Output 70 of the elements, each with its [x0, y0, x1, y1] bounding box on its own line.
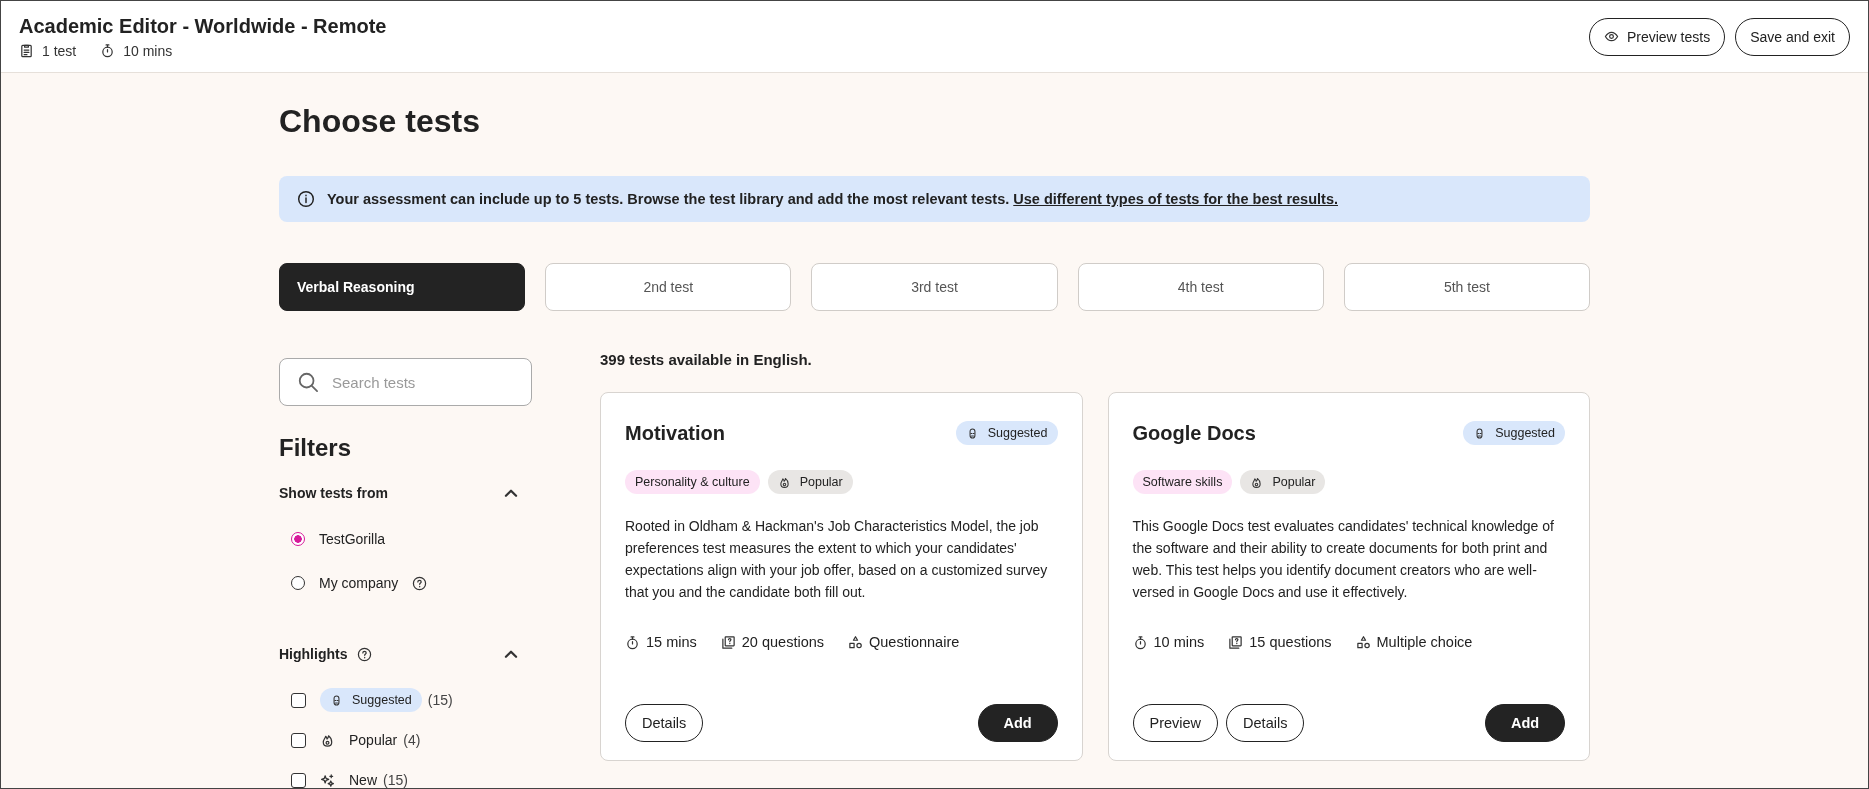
- option-count: (4): [403, 732, 421, 748]
- test-slot[interactable]: 2nd test: [545, 263, 792, 311]
- test-description: Rooted in Oldham & Hackman's Job Characteristics Model, the job preferences test measures the extent to which your candidates' expectations align with your job offer, based on a customized survey that you and the candidate both fill out.: [625, 517, 1049, 602]
- head-icon: [330, 693, 343, 707]
- flame-icon: [1250, 475, 1264, 489]
- clipboard-icon: [19, 43, 34, 58]
- radio-button[interactable]: [291, 532, 305, 546]
- test-slot[interactable]: 4th test: [1077, 263, 1324, 311]
- help-icon: [412, 575, 428, 591]
- preview-button[interactable]: Preview tests: [1588, 17, 1726, 56]
- category-tag: Personality & culture: [625, 470, 760, 494]
- category-tag: Software skills: [1132, 470, 1233, 494]
- meta-text: Questionnaire: [869, 634, 960, 650]
- popular-tag: Popular: [1240, 470, 1326, 494]
- suggested-tag: Suggested: [1463, 421, 1565, 445]
- card-button[interactable]: Preview: [1132, 704, 1219, 742]
- option-label: TestGorilla: [319, 531, 386, 547]
- test-slot[interactable]: 5th test: [1343, 263, 1590, 311]
- radio-button[interactable]: [291, 576, 305, 590]
- option-label: Popular: [349, 732, 398, 748]
- suggested-tag: Suggested: [955, 421, 1058, 445]
- flame-icon: [777, 475, 791, 489]
- shapes-icon: [1355, 634, 1371, 650]
- meta-text: 20 questions: [741, 634, 824, 650]
- pages-icon: [720, 634, 736, 650]
- option-count: (15): [427, 692, 453, 708]
- help-icon: [357, 646, 373, 662]
- flame-icon: [320, 732, 335, 748]
- meta-text: 15 mins: [646, 634, 697, 650]
- test-slot[interactable]: Verbal Reasoning: [279, 263, 526, 311]
- meta-text: 10 mins: [123, 42, 173, 59]
- page-title: Academic Editor - Worldwide - Remote: [19, 14, 387, 38]
- checkbox[interactable]: [291, 692, 306, 708]
- test-title: Motivation: [625, 421, 725, 445]
- checkbox[interactable]: [291, 772, 306, 788]
- sparkle-icon: [320, 772, 335, 788]
- pages-icon: [1228, 634, 1244, 650]
- filters-heading: Filters: [279, 434, 353, 462]
- search-field[interactable]: Search tests: [279, 358, 532, 406]
- save-exit-button[interactable]: Save and exit: [1735, 17, 1850, 56]
- meta-text: Multiple choice: [1376, 634, 1473, 650]
- test-title: Google Docs: [1132, 421, 1256, 445]
- add-button[interactable]: Add: [977, 704, 1058, 742]
- stopwatch-icon: [1132, 634, 1148, 650]
- results-count: 399 tests available in English.: [600, 351, 813, 368]
- search-icon: [297, 371, 319, 393]
- info-text: Your assessment can include up to 5 tests. Browse the test library and add the most relevant tests. Use different types of tests for the best results.: [327, 191, 1338, 207]
- stopwatch-icon: [100, 43, 116, 58]
- shapes-icon: [848, 634, 863, 650]
- card-button[interactable]: Details: [1226, 704, 1305, 742]
- meta-text: 15 questions: [1249, 634, 1332, 650]
- card-button[interactable]: Details: [625, 704, 704, 742]
- section-title: Show tests from: [279, 485, 388, 501]
- meta-text: 1 test: [42, 42, 77, 59]
- meta-text: 10 mins: [1153, 634, 1205, 650]
- tips-link[interactable]: Use different types of tests for the best results.: [1013, 191, 1338, 207]
- page-heading: Choose tests: [279, 103, 481, 140]
- option-label: New: [349, 772, 377, 788]
- info-icon: [297, 190, 315, 208]
- test-slot[interactable]: 3rd test: [811, 263, 1058, 311]
- popular-tag: Popular: [767, 470, 853, 494]
- eye-icon: [1603, 29, 1619, 44]
- suggested-tag: Suggested: [320, 688, 422, 712]
- checkbox[interactable]: [291, 732, 306, 748]
- option-count: (15): [383, 772, 408, 788]
- add-button[interactable]: Add: [1485, 704, 1565, 742]
- test-description: This Google Docs test evaluates candidates' technical knowledge of the software and their ability to create documents for both print and web. This test helps you identify document creators who are well-versed in Google Docs and use it effectively.: [1132, 517, 1555, 602]
- section-title: Highlights: [279, 646, 348, 662]
- stopwatch-icon: [625, 634, 640, 650]
- option-label: My company: [319, 575, 399, 591]
